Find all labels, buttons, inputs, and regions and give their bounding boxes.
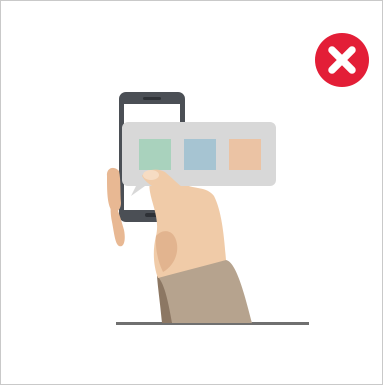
close-button[interactable] <box>315 33 369 87</box>
phone-speaker <box>143 97 161 100</box>
swatch-green <box>139 139 171 170</box>
swatch-blue <box>184 139 216 170</box>
close-icon <box>315 33 369 87</box>
swatch-peach <box>229 139 261 170</box>
